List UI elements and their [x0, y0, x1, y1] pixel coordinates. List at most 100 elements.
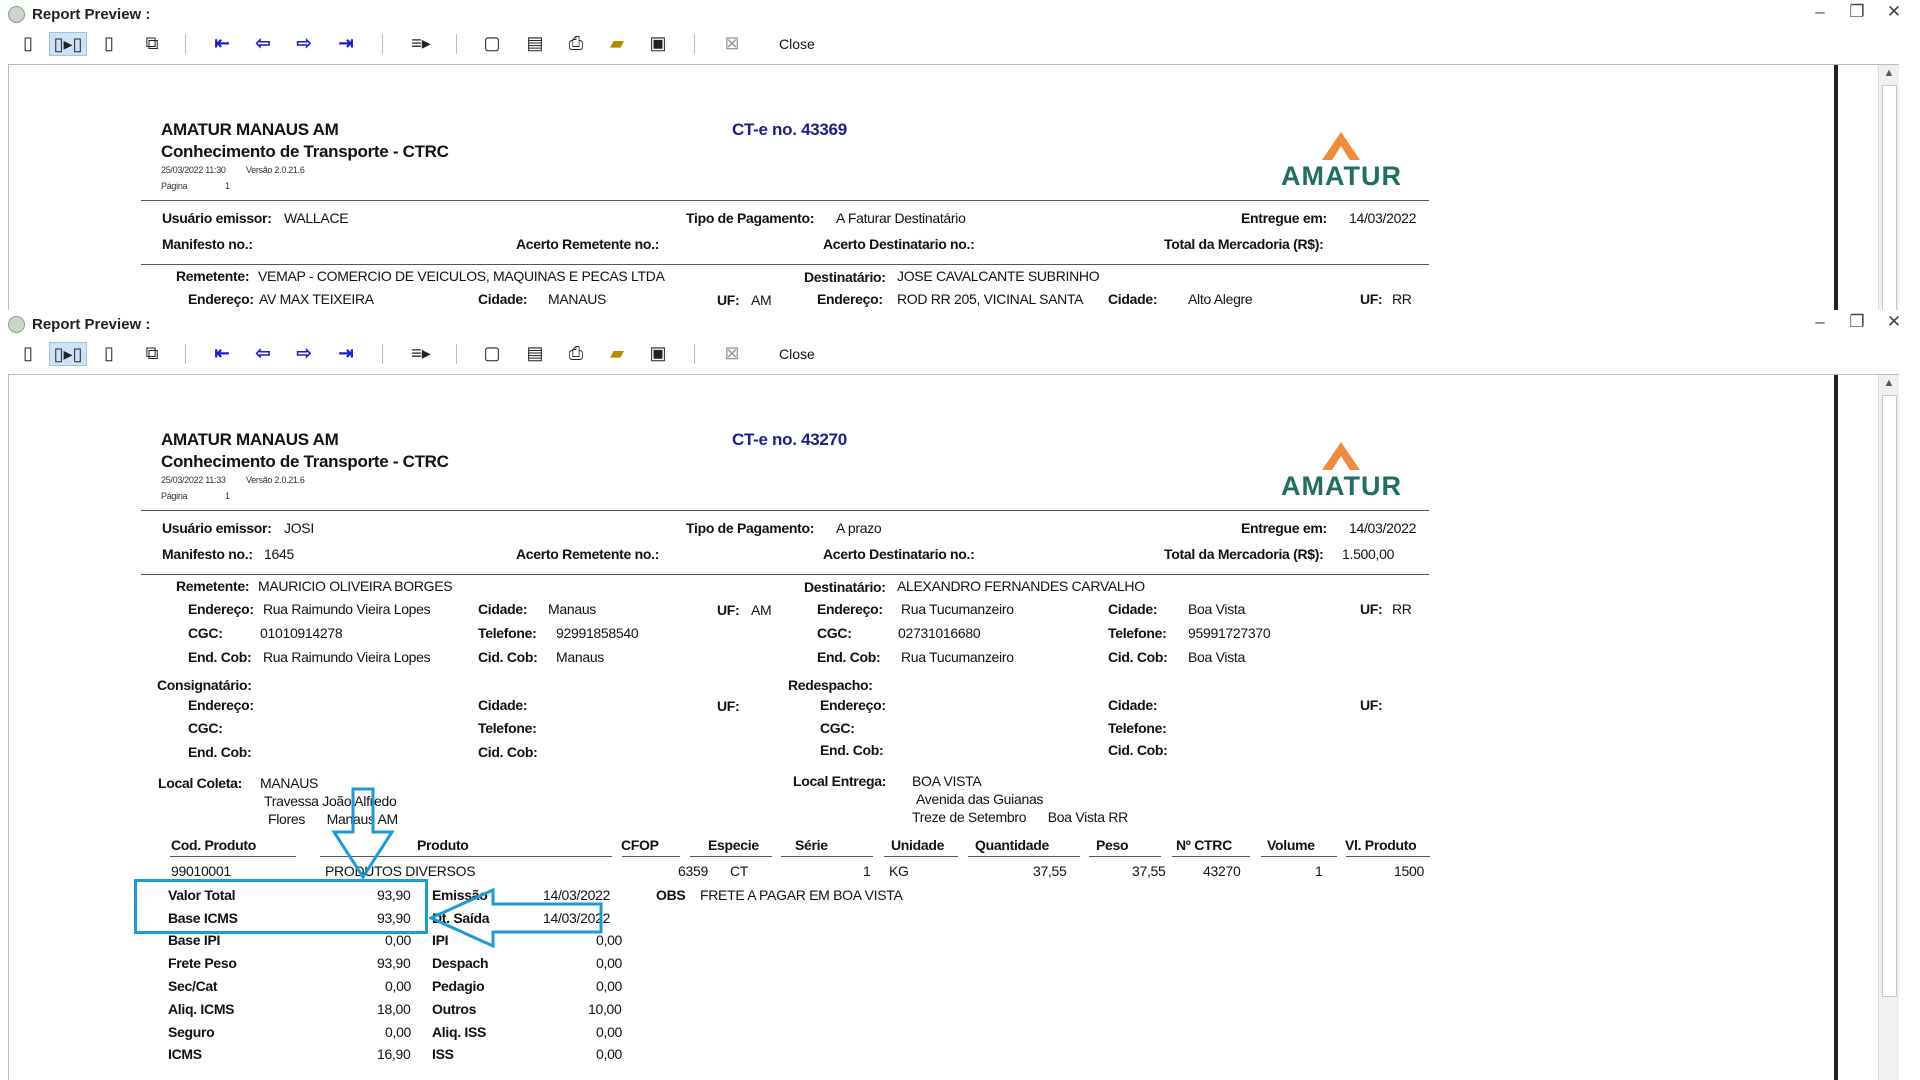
- save-icon[interactable]: ▣: [644, 32, 672, 54]
- cell-unidade: KG: [889, 863, 909, 879]
- red-cidade-label: Cidade:: [1108, 697, 1158, 713]
- export-icon[interactable]: ⊠: [718, 342, 746, 364]
- close-button[interactable]: Close: [779, 36, 815, 52]
- rem-endereco-value: AV MAX TEIXEIRA: [259, 291, 374, 307]
- first-page-icon[interactable]: ⇤: [208, 342, 236, 364]
- total-value: 93,90: [377, 955, 411, 971]
- remetente-value: MAURICIO OLIVEIRA BORGES: [258, 578, 453, 594]
- save-icon[interactable]: ▣: [644, 342, 672, 364]
- report-version: Versão 2.0.21.6: [246, 475, 305, 485]
- preview-toolbar: ▯ ▯▸▯ ▯ ⧉ ⇤ ⇦ ⇨ ⇥ ≡▸ ▢ ▤ ⎙ ▰ ▣ ⊠ Close: [0, 28, 1920, 60]
- cons-cidcob-label: Cid. Cob:: [478, 744, 538, 760]
- restore-button[interactable]: ❐: [1845, 312, 1869, 332]
- multi-page-icon[interactable]: ⧉: [138, 32, 166, 54]
- last-page-icon[interactable]: ⇥: [332, 32, 360, 54]
- page-width-icon[interactable]: ▯: [95, 32, 123, 54]
- col-header-especie: Especie: [708, 837, 759, 853]
- remetente-label: Remetente:: [176, 268, 250, 284]
- report-viewport[interactable]: AMATUR MANAUS AM Conhecimento de Transpo…: [8, 64, 1899, 310]
- two-page-icon[interactable]: ▯▸▯: [49, 32, 87, 56]
- dest-endcob-label: End. Cob:: [817, 649, 881, 665]
- close-window-button[interactable]: ✕: [1882, 312, 1906, 332]
- acerto-remetente-label: Acerto Remetente no.:: [516, 236, 660, 252]
- goto-page-icon[interactable]: ≡▸: [407, 342, 435, 364]
- local-entrega-label: Local Entrega:: [793, 773, 887, 789]
- print-icon[interactable]: ⎙: [562, 32, 590, 54]
- rem-cidcob-label: Cid. Cob:: [478, 649, 538, 665]
- tipo-pagamento-label: Tipo de Pagamento:: [686, 210, 815, 226]
- goto-page-icon[interactable]: ≡▸: [407, 32, 435, 54]
- next-page-icon[interactable]: ⇨: [290, 32, 318, 54]
- red-cidcob-label: Cid. Cob:: [1108, 742, 1168, 758]
- minimize-button[interactable]: –: [1808, 2, 1832, 22]
- acerto-remetente-label: Acerto Remetente no.:: [516, 546, 660, 562]
- scroll-thumb[interactable]: [1882, 395, 1897, 997]
- two-page-icon[interactable]: ▯▸▯: [49, 342, 87, 366]
- export-icon[interactable]: ⊠: [718, 32, 746, 54]
- local-coleta-line: MANAUS: [260, 775, 319, 791]
- print-icon[interactable]: ⎙: [562, 342, 590, 364]
- report-datetime: 25/03/2022 11:30: [161, 165, 226, 175]
- total-value: 10,00: [588, 1001, 622, 1017]
- red-endereco-label: Endereço:: [820, 697, 886, 713]
- col-header-serie: Série: [795, 837, 828, 853]
- report-viewport[interactable]: AMATUR MANAUS AM Conhecimento de Transpo…: [8, 374, 1899, 1080]
- open-icon[interactable]: ▰: [603, 342, 631, 364]
- rem-endereco-label: Endereço:: [188, 601, 254, 617]
- new-page-icon[interactable]: ▢: [478, 32, 506, 54]
- single-page-icon[interactable]: ▯: [14, 342, 42, 364]
- close-button[interactable]: Close: [779, 346, 815, 362]
- cons-cidade-label: Cidade:: [478, 697, 528, 713]
- single-page-icon[interactable]: ▯: [14, 32, 42, 54]
- obs-value: FRETE A PAGAR EM BOA VISTA: [700, 887, 903, 903]
- local-entrega-line: Treze de Setembro Boa Vista RR: [912, 809, 1128, 825]
- destinatario-value: ALEXANDRO FERNANDES CARVALHO: [897, 578, 1145, 594]
- cons-cgc-label: CGC:: [188, 720, 223, 736]
- acerto-destinatario-label: Acerto Destinatario no.:: [823, 236, 975, 252]
- close-window-button[interactable]: ✕: [1882, 2, 1906, 22]
- total-value: 0,00: [385, 978, 412, 994]
- usuario-label: Usuário emissor:: [162, 520, 272, 536]
- total-mercadoria-label: Total da Mercadoria (R$):: [1164, 236, 1324, 252]
- page-width-icon[interactable]: ▯: [95, 342, 123, 364]
- rem-cidcob-value: Manaus: [556, 649, 605, 665]
- scroll-up-icon[interactable]: ▲: [1879, 67, 1899, 83]
- vertical-scrollbar[interactable]: ▲: [1878, 65, 1899, 310]
- red-uf-label: UF:: [1360, 697, 1383, 713]
- rem-cidade-label: Cidade:: [478, 601, 528, 617]
- restore-button[interactable]: ❐: [1845, 2, 1869, 22]
- first-page-icon[interactable]: ⇤: [208, 32, 236, 54]
- total-label: Outros: [432, 1001, 477, 1017]
- dest-uf-value: RR: [1392, 291, 1412, 307]
- local-entrega-line: Avenida das Guianas: [916, 791, 1044, 807]
- vertical-scrollbar[interactable]: ▲: [1878, 375, 1899, 1080]
- amatur-logo: AMATUR: [1281, 471, 1402, 501]
- consignatario-label: Consignatário:: [157, 677, 252, 693]
- left-arrow-annotation: [429, 888, 603, 948]
- total-label: Aliq. ISS: [432, 1024, 487, 1040]
- dest-cgc-label: CGC:: [817, 625, 852, 641]
- ct-number: CT-e no. 43369: [732, 120, 847, 139]
- multi-page-icon[interactable]: ⧉: [138, 342, 166, 364]
- scroll-thumb[interactable]: [1882, 85, 1897, 310]
- cell-volume: 1: [1315, 863, 1323, 879]
- window-title: Report Preview :: [32, 316, 151, 333]
- rem-telefone-label: Telefone:: [478, 625, 537, 641]
- minimize-button[interactable]: –: [1808, 312, 1832, 332]
- prev-page-icon[interactable]: ⇦: [249, 342, 277, 364]
- next-page-icon[interactable]: ⇨: [290, 342, 318, 364]
- print-setup-icon[interactable]: ▤: [521, 32, 549, 54]
- dest-cidade-value: Boa Vista: [1188, 601, 1245, 617]
- open-icon[interactable]: ▰: [603, 32, 631, 54]
- prev-page-icon[interactable]: ⇦: [249, 32, 277, 54]
- scroll-up-icon[interactable]: ▲: [1879, 377, 1899, 393]
- new-page-icon[interactable]: ▢: [478, 342, 506, 364]
- last-page-icon[interactable]: ⇥: [332, 342, 360, 364]
- total-value: 0,00: [385, 1024, 412, 1040]
- page-label: Página: [161, 491, 188, 501]
- acerto-destinatario-label: Acerto Destinatario no.:: [823, 546, 975, 562]
- company-name: AMATUR MANAUS AM: [161, 120, 339, 139]
- print-setup-icon[interactable]: ▤: [521, 342, 549, 364]
- total-mercadoria-label: Total da Mercadoria (R$):: [1164, 546, 1324, 562]
- dest-telefone-label: Telefone:: [1108, 625, 1167, 641]
